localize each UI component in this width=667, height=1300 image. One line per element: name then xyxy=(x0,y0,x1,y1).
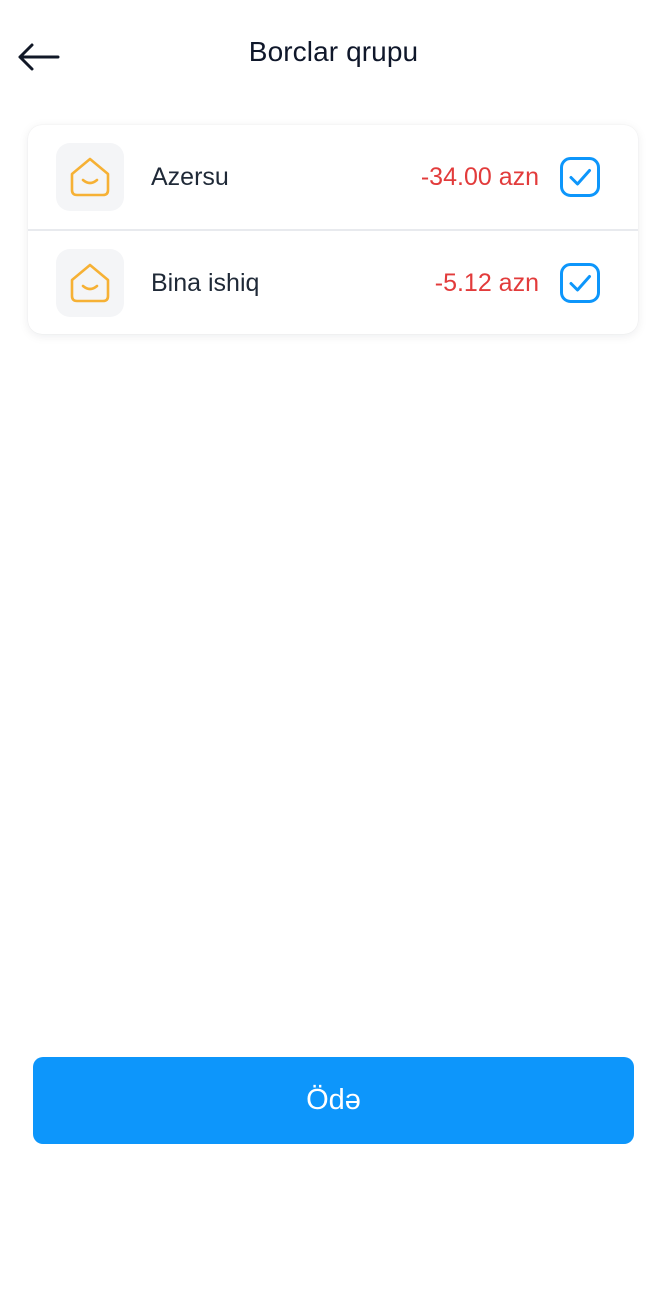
debt-name: Bina ishiq xyxy=(151,268,260,297)
service-icon-container xyxy=(56,143,124,211)
debt-list: Azersu -34.00 azn Bina ishiq -5.12 azn xyxy=(28,125,638,334)
house-smile-icon xyxy=(70,157,110,197)
pay-button[interactable]: Ödə xyxy=(33,1057,634,1144)
debt-checkbox[interactable] xyxy=(560,157,600,197)
checkbox-checked-icon xyxy=(560,263,600,303)
page-title: Borclar qrupu xyxy=(248,36,419,67)
service-icon-container xyxy=(56,249,124,317)
app-header: Borclar qrupu xyxy=(0,0,667,110)
debt-row-bina-ishiq[interactable]: Bina ishiq -5.12 azn xyxy=(28,229,638,334)
debt-amount: -34.00 azn xyxy=(420,162,539,191)
debt-row-azersu[interactable]: Azersu -34.00 azn xyxy=(28,125,638,229)
debt-name: Azersu xyxy=(151,162,229,191)
debt-amount: -5.12 azn xyxy=(434,268,539,297)
debt-checkbox[interactable] xyxy=(560,263,600,303)
checkbox-checked-icon xyxy=(560,157,600,197)
house-smile-icon xyxy=(70,263,110,303)
